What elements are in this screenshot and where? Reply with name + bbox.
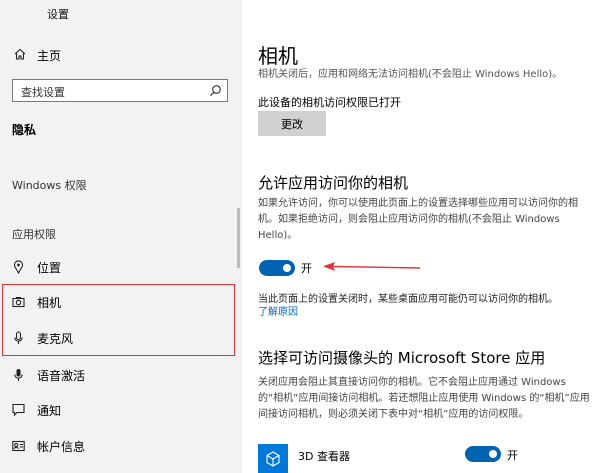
learn-more-link[interactable]: 了解原因 (258, 303, 298, 318)
app-title: 设置 (47, 8, 69, 21)
search-input[interactable]: 查找设置 (12, 79, 228, 102)
camera-description-cut: 相机关闭后，应用和网络无法访问相机(不会阻止 Windows Hello)。 (258, 69, 563, 80)
search-icon[interactable] (209, 84, 222, 97)
sidebar-item-voice-activation[interactable]: 语音激活 (0, 357, 236, 393)
search-placeholder: 查找设置 (21, 86, 65, 99)
store-apps-heading: 选择可访问摄像头的 Microsoft Store 应用 (258, 349, 546, 367)
sidebar-item-account-info[interactable]: 帐户信息 (0, 428, 236, 464)
cube-icon (266, 451, 280, 467)
home-link[interactable]: 主页 (37, 47, 61, 64)
toggle-knob (283, 264, 291, 272)
section-heading-app-permissions: 应用权限 (12, 228, 56, 241)
sidebar-item-label: 帐户信息 (37, 440, 86, 454)
account-info-icon (12, 440, 25, 452)
allow-apps-description: 如果允许访问，你可以使用此页面上的设置选择哪些应用可以访问你的相机。如果拒绝访问… (258, 198, 578, 241)
sidebar-item-label: 通知 (37, 404, 62, 418)
desktop-apps-note: 当此页面上的设置关闭时，某些桌面应用可能仍可以访问你的相机。 (258, 294, 558, 305)
notification-icon (12, 403, 25, 417)
sidebar-item-notifications[interactable]: 通知 (0, 392, 236, 428)
allow-apps-toggle-label: 开 (301, 262, 312, 275)
allow-apps-heading: 允许应用访问你的相机 (258, 174, 409, 192)
sidebar-scrollbar[interactable] (237, 208, 240, 268)
3d-viewer-toggle-label: 开 (507, 449, 518, 462)
app-name: 3D 查看器 (298, 450, 350, 463)
home-icon[interactable] (13, 47, 27, 61)
sidebar-item-label: 位置 (37, 261, 62, 275)
toggle-knob (489, 450, 497, 458)
change-button[interactable]: 更改 (258, 111, 326, 136)
page-title: 相机 (258, 44, 298, 68)
section-heading-privacy: 隐私 (12, 123, 37, 137)
3d-viewer-toggle[interactable] (465, 446, 501, 462)
sidebar: 设置 主页 查找设置 隐私 Windows 权限 应用权限 位置 相机 麦克风 … (0, 0, 242, 473)
sidebar-item-label: 语音激活 (37, 369, 86, 383)
camera-access-status: 此设备的相机访问权限已打开 (258, 96, 401, 109)
section-heading-windows-permissions: Windows 权限 (12, 179, 87, 192)
3d-viewer-app-icon (258, 444, 288, 473)
arrow-annotation-icon (323, 262, 421, 271)
location-pin-icon (13, 260, 24, 274)
allow-apps-toggle[interactable] (259, 260, 295, 276)
sidebar-item-location[interactable]: 位置 (0, 249, 236, 285)
voice-activation-icon (14, 369, 23, 381)
store-apps-description: 关闭应用会阻止其直接访问你的相机。它不会阻止应用通过 Windows 的“相机”… (258, 377, 590, 420)
highlight-annotation (2, 284, 235, 356)
main-content: 相机 相机关闭后，应用和网络无法访问相机(不会阻止 Windows Hello)… (242, 0, 600, 473)
